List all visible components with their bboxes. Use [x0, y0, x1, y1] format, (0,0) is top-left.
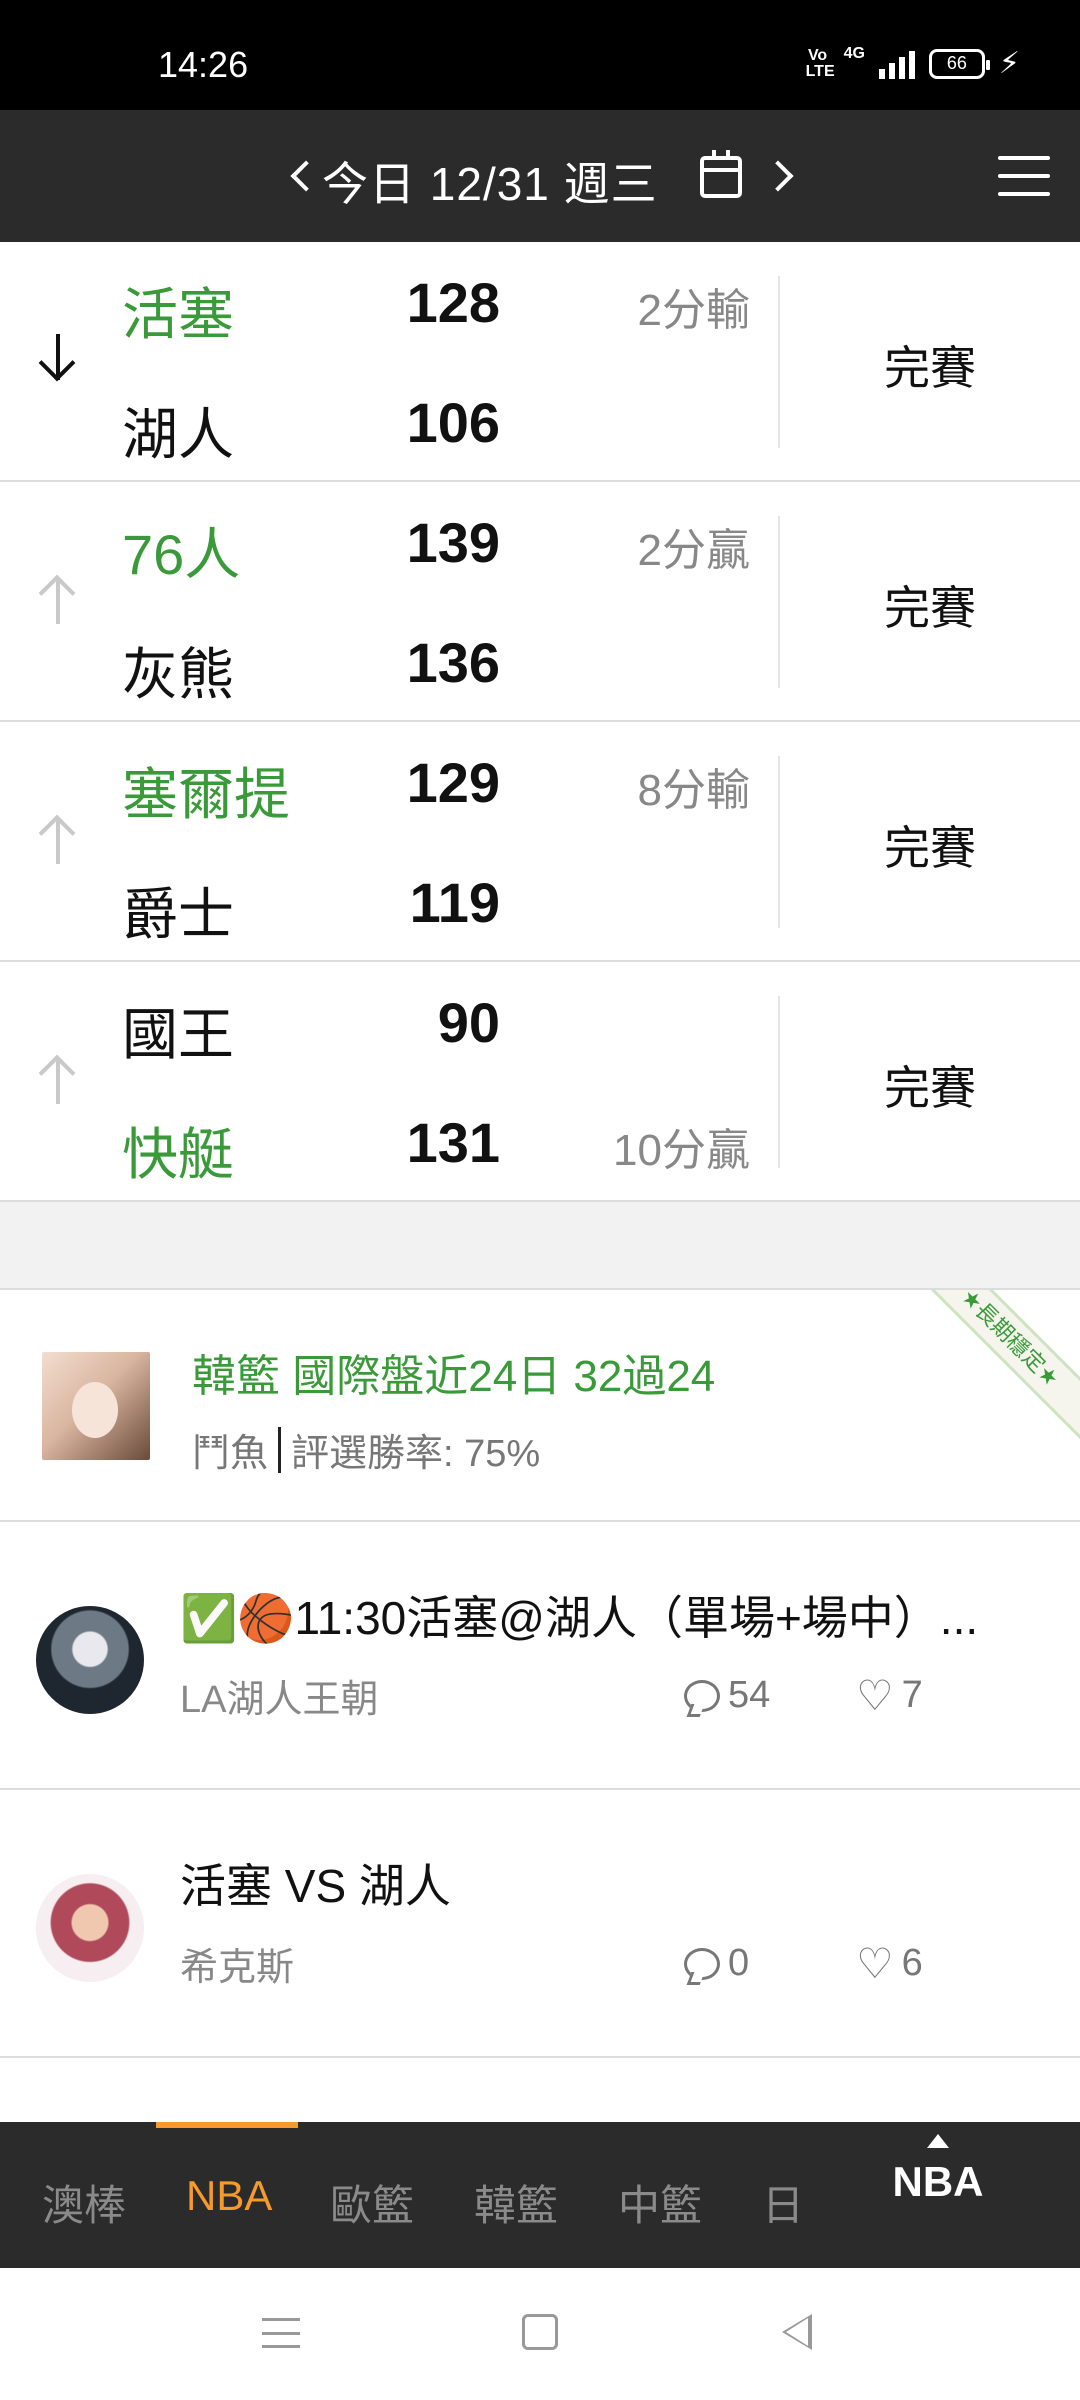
team-score: 119 [409, 871, 500, 934]
comment-count[interactable]: 54 [684, 1674, 770, 1717]
team-name: 國王 [122, 1003, 234, 1066]
avatar[interactable] [36, 1874, 144, 1982]
like-count-value: 6 [901, 1942, 923, 1984]
chevron-left-icon[interactable] [282, 146, 322, 206]
like-count[interactable]: ♡ 7 [856, 1674, 923, 1717]
section-separator [0, 1202, 1080, 1290]
arrow-up-icon [36, 570, 80, 634]
network-label: 4G [843, 44, 865, 62]
pinned-league-label: NBA [892, 2158, 984, 2205]
featured-post[interactable]: 韓籃 國際盤近24日 32過24 鬥魚 評選勝率: 75% ★長期穩定★ [0, 1290, 1080, 1522]
pinned-league-button[interactable]: NBA [878, 2134, 998, 2206]
post-meta: 鬥魚 評選勝率: 75% [192, 1422, 540, 1477]
arrow-up-icon [36, 810, 80, 874]
active-tab-indicator [156, 2122, 298, 2128]
post-title[interactable]: 活塞 VS 湖人 [180, 1850, 451, 1916]
post-author[interactable]: 希克斯 [180, 1936, 294, 1991]
arrow-down-icon [36, 330, 80, 394]
chevron-right-icon[interactable] [762, 146, 802, 206]
post-author[interactable]: LA湖人王朝 [180, 1668, 378, 1723]
avatar[interactable] [36, 1606, 144, 1714]
hamburger-menu-icon[interactable] [998, 156, 1050, 196]
comment-icon [684, 1679, 720, 1712]
tab-japan[interactable]: 日 [762, 2172, 804, 2233]
team-name: 湖人 [122, 403, 234, 466]
like-count[interactable]: ♡ 6 [856, 1942, 923, 1985]
spread-result: 2分輸 [637, 286, 750, 335]
system-nav-bar [0, 2268, 1080, 2400]
team-name: 灰熊 [122, 643, 234, 706]
team-name: 76人 [122, 523, 241, 586]
team-name: 塞爾提 [122, 763, 290, 826]
game-row[interactable]: 塞爾提 129 8分輸 爵士 119 完賽 [0, 722, 1080, 962]
posts-list: 韓籃 國際盤近24日 32過24 鬥魚 評選勝率: 75% ★長期穩定★ ✅🏀1… [0, 1290, 1080, 2058]
long-term-stable-badge: ★長期穩定★ [902, 1290, 1080, 1446]
game-row[interactable]: 國王 90 快艇 131 10分贏 完賽 [0, 962, 1080, 1202]
game-row[interactable]: 76人 139 2分贏 灰熊 136 完賽 [0, 482, 1080, 722]
list-item[interactable]: 活塞 VS 湖人 希克斯 0 ♡ 6 [0, 1790, 1080, 2058]
caret-up-icon [927, 2134, 949, 2148]
spread-result: 10分贏 [613, 1126, 750, 1175]
back-icon[interactable] [782, 2314, 812, 2350]
team-score: 139 [406, 511, 500, 574]
tab-korea-basketball[interactable]: 韓籃 [474, 2172, 558, 2233]
tab-aobang[interactable]: 澳棒 [42, 2172, 126, 2233]
list-item[interactable]: ✅🏀11:30活塞@湖人（單場+場中）... LA湖人王朝 54 ♡ 7 [0, 1522, 1080, 1790]
team-score: 131 [406, 1111, 500, 1174]
games-list: 活塞 128 2分輸 湖人 106 完賽 76人 139 2分贏 灰熊 136 … [0, 242, 1080, 1202]
game-status: 完賽 [884, 342, 976, 394]
battery-level: 66 [946, 53, 967, 73]
team-score: 90 [437, 991, 500, 1054]
like-count-value: 7 [901, 1674, 923, 1716]
game-row[interactable]: 活塞 128 2分輸 湖人 106 完賽 [0, 242, 1080, 482]
date-title[interactable]: 今日 12/31 週三 [322, 148, 658, 214]
charging-icon: ⚡ [998, 47, 1020, 80]
comment-count[interactable]: 0 [684, 1942, 749, 1985]
team-score: 128 [406, 271, 500, 334]
post-author[interactable]: 鬥魚 [192, 1422, 268, 1477]
divider [278, 1426, 282, 1473]
spread-result: 2分贏 [637, 526, 750, 575]
post-title[interactable]: ✅🏀11:30活塞@湖人（單場+場中）... [180, 1582, 978, 1648]
team-score: 106 [406, 391, 500, 454]
heart-icon: ♡ [856, 1939, 894, 1987]
avatar[interactable] [42, 1352, 150, 1460]
league-tab-bar: 澳棒 NBA 歐籃 韓籃 中籃 日 NBA [0, 2122, 1080, 2268]
spread-result: 8分輸 [637, 766, 750, 815]
battery-icon: 66 [928, 48, 990, 79]
team-name: 爵士 [122, 883, 234, 946]
arrow-up-icon [36, 1050, 80, 1114]
status-time: 14:26 [158, 44, 249, 85]
team-score: 129 [406, 751, 500, 814]
signal-icon [878, 49, 915, 79]
status-icons: Vo LTE 4G 66 ⚡ [805, 44, 1020, 81]
game-status: 完賽 [884, 822, 976, 874]
heart-icon: ♡ [856, 1671, 894, 1719]
tab-eurobasket[interactable]: 歐籃 [330, 2172, 414, 2233]
recent-apps-icon[interactable] [262, 2318, 300, 2348]
comment-icon [684, 1947, 720, 1980]
comment-count-value: 54 [728, 1674, 771, 1716]
comment-count-value: 0 [728, 1942, 750, 1984]
calendar-icon[interactable] [700, 150, 742, 198]
game-status: 完賽 [884, 582, 976, 634]
status-bar: 14:26 Vo LTE 4G 66 ⚡ [0, 0, 1080, 110]
game-status: 完賽 [884, 1062, 976, 1114]
team-name: 快艇 [122, 1123, 234, 1186]
date-header: 今日 12/31 週三 [0, 110, 1080, 242]
volte-icon: Vo LTE [805, 46, 835, 80]
post-title[interactable]: 韓籃 國際盤近24日 32過24 [192, 1340, 715, 1404]
win-rate: 評選勝率: 75% [291, 1433, 541, 1475]
home-icon[interactable] [522, 2314, 558, 2350]
tab-china-basketball[interactable]: 中籃 [618, 2172, 702, 2233]
tab-nba[interactable]: NBA [186, 2172, 272, 2220]
team-score: 136 [406, 631, 500, 694]
team-name: 活塞 [122, 283, 234, 346]
